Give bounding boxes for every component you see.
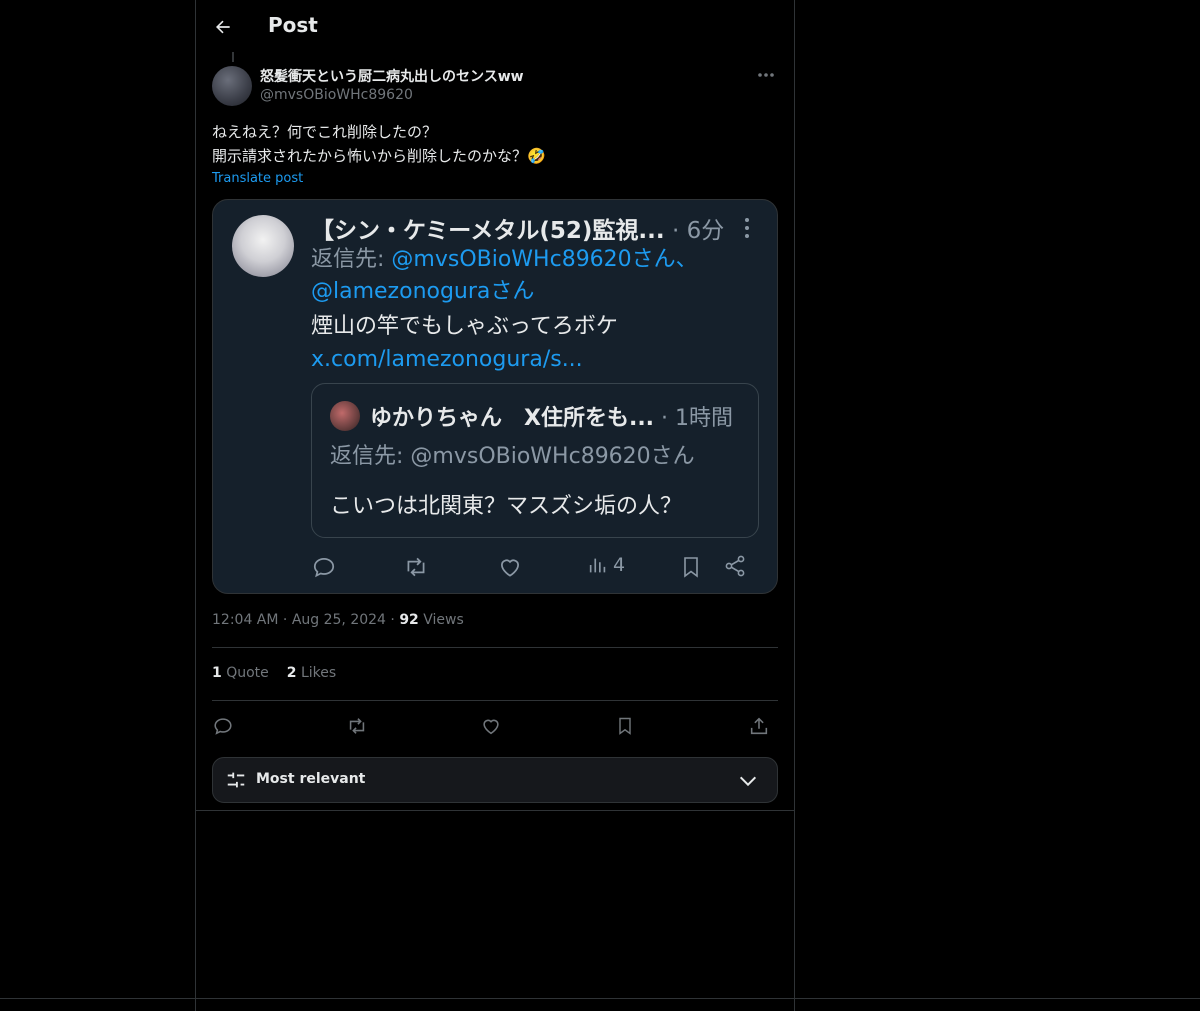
divider	[212, 700, 778, 701]
heart-icon	[483, 719, 499, 735]
embedded-author: 【シン・ケミーメタル(52)監視... · 6分	[311, 211, 724, 245]
header: Post	[196, 0, 794, 53]
bookmark-icon	[619, 717, 631, 735]
share-button[interactable]	[745, 712, 773, 740]
page-title: Post	[268, 13, 318, 37]
post-meta: 12:04 AM · Aug 25, 2024 · 92 Views	[212, 612, 464, 628]
more-icon	[758, 73, 774, 77]
quoted-author-name: ゆかりちゃん X住所をも...	[370, 406, 655, 431]
embedded-bookmark-icon	[679, 554, 703, 580]
embedded-more-icon	[739, 216, 755, 240]
sort-label: Most relevant	[256, 771, 366, 787]
embedded-avatar	[232, 215, 294, 277]
arrow-left-icon	[216, 20, 230, 34]
author-handle[interactable]: @mvsOBioWHc89620	[260, 87, 413, 103]
likes-label: Likes	[296, 665, 337, 681]
divider	[0, 998, 1200, 999]
embedded-time: · 6分	[664, 218, 725, 244]
quoted-body: こいつは北関東？マスズシ垢の人？	[330, 494, 683, 519]
engagement-stats: 1 Quote 2 Likes	[212, 665, 354, 681]
avatar[interactable]	[212, 66, 252, 106]
views-icon	[589, 558, 606, 573]
embedded-views-count: 4	[613, 554, 626, 576]
quotes-label: Quote	[221, 665, 269, 681]
post-date[interactable]: Aug 25, 2024	[292, 612, 386, 628]
embedded-reply-icon	[311, 554, 337, 580]
divider	[212, 647, 778, 648]
embedded-body: 煙山の竿でもしゃぶってろボケ x.com/lamezonogura/s...	[311, 310, 751, 376]
post-text: ねえねえ？何でこれ削除したの？ 開示請求されたから怖いから削除したのかな？🤣	[212, 120, 778, 168]
divider	[196, 810, 794, 811]
embedded-views: 4	[587, 554, 625, 576]
embedded-reply-to: 返信先: @mvsOBioWHc89620さん、 @lamezonoguraさん	[311, 244, 751, 308]
embedded-screenshot[interactable]: 【シン・ケミーメタル(52)監視... · 6分 返信先: @mvsOBioWH…	[212, 199, 778, 594]
quoted-author: ゆかりちゃん X住所をも... · 1時間	[370, 400, 733, 432]
views-count: 92	[399, 612, 419, 628]
embedded-reply-handle1: @mvsOBioWHc89620さん、	[391, 247, 698, 272]
embedded-share-icon	[723, 554, 747, 578]
embedded-repost-icon	[403, 554, 429, 580]
post-text-line1: ねえねえ？何でこれ削除したの？	[212, 123, 438, 141]
quoted-reply-to: 返信先: @mvsOBioWHc89620さん	[330, 444, 695, 469]
sliders-icon	[227, 772, 245, 788]
repost-button[interactable]	[343, 712, 371, 740]
share-icon	[750, 717, 768, 735]
post-actions	[212, 708, 778, 742]
embedded-author-name: 【シン・ケミーメタル(52)監視...	[311, 218, 665, 244]
quotes-link[interactable]: 1 Quote	[212, 665, 269, 681]
likes-count: 2	[286, 665, 297, 681]
post-author: 怒髪衝天という厨二病丸出しのセンスww @mvsOBioWHc89620	[212, 64, 778, 108]
embedded-reply-handle2: @lamezonoguraさん	[311, 279, 535, 304]
back-button[interactable]	[210, 14, 236, 40]
embedded-actions: 4	[311, 548, 751, 588]
quoted-avatar	[330, 401, 360, 431]
quotes-count: 1	[212, 665, 222, 681]
more-button[interactable]	[754, 64, 778, 86]
likes-link[interactable]: 2 Likes	[287, 665, 336, 681]
thread-connector	[232, 52, 234, 62]
post-time[interactable]: 12:04 AM	[212, 612, 278, 628]
views-label: Views	[418, 612, 464, 628]
translate-link[interactable]: Translate post	[212, 171, 303, 186]
main-column: Post 怒髪衝天という厨二病丸出しのセンスww @mvsOBioWHc8962…	[195, 0, 795, 1011]
embedded-like-icon	[497, 554, 523, 580]
reply-button[interactable]	[209, 712, 237, 740]
quoted-post: ゆかりちゃん X住所をも... · 1時間 返信先: @mvsOBioWHc89…	[311, 383, 759, 538]
repost-icon	[349, 718, 365, 734]
reply-sort-dropdown[interactable]: Most relevant	[212, 757, 778, 803]
post-text-line2: 開示請求されたから怖いから削除したのかな？🤣	[212, 147, 546, 165]
chevron-down-icon	[739, 776, 757, 787]
reply-icon	[214, 718, 232, 735]
bookmark-button[interactable]	[611, 712, 639, 740]
embedded-body-text: 煙山の竿でもしゃぶってろボケ	[311, 314, 618, 339]
like-button[interactable]	[477, 712, 505, 740]
meta-sep: ·	[385, 612, 400, 628]
meta-sep: ·	[278, 612, 292, 628]
embedded-link: x.com/lamezonogura/s...	[311, 347, 583, 372]
embedded-reply-prefix: 返信先:	[311, 247, 392, 272]
author-name[interactable]: 怒髪衝天という厨二病丸出しのセンスww	[260, 66, 524, 86]
quoted-time: · 1時間	[654, 406, 734, 431]
